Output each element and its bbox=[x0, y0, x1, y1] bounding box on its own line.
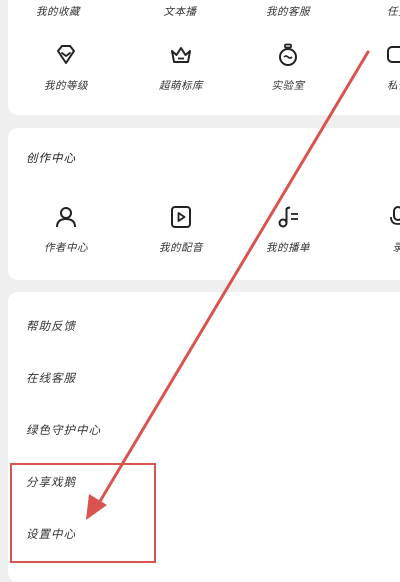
music-list-icon bbox=[275, 204, 301, 230]
top-row-labels: 我的收藏 文本播 我的客服 任务 bbox=[8, 4, 400, 18]
grid-item-lab-label: 实验室 bbox=[272, 78, 305, 93]
creation-item-author-center[interactable]: 作者中心 bbox=[26, 204, 106, 264]
menu-item-help-feedback[interactable]: 帮助反馈 bbox=[26, 318, 76, 334]
creation-item-record-label: 录 bbox=[393, 240, 400, 255]
mic-icon bbox=[385, 204, 400, 230]
person-icon bbox=[53, 204, 79, 230]
grid-item-level-label: 我的等级 bbox=[44, 78, 88, 93]
message-icon bbox=[385, 42, 400, 68]
creation-item-record[interactable]: 录 bbox=[358, 204, 400, 264]
grid-item-level[interactable]: 我的等级 bbox=[26, 42, 106, 102]
grid-item-message-label: 私信 bbox=[387, 78, 400, 93]
grid-item-message[interactable]: 私信 bbox=[358, 42, 400, 102]
top-label-favorites[interactable]: 我的收藏 bbox=[36, 4, 80, 19]
grid-item-badge-label: 超萌标库 bbox=[159, 78, 203, 93]
grid-item-badge[interactable]: 超萌标库 bbox=[141, 42, 221, 102]
creation-center-title: 创作中心 bbox=[26, 150, 76, 166]
top-card: 我的收藏 文本播 我的客服 任务 我的等级 超萌标库 实验室 私信 bbox=[8, 0, 400, 115]
annotation-highlight-box bbox=[10, 463, 156, 563]
creation-item-my-playlist[interactable]: 我的播单 bbox=[248, 204, 328, 264]
crown-icon bbox=[168, 42, 194, 68]
top-label-service[interactable]: 我的客服 bbox=[266, 4, 310, 19]
menu-item-green-guard-center[interactable]: 绿色守护中心 bbox=[26, 422, 101, 438]
creation-center-card: 创作中心 作者中心 我的配音 我的播单 录 bbox=[8, 128, 400, 280]
creation-item-my-dubbing[interactable]: 我的配音 bbox=[141, 204, 221, 264]
top-label-task[interactable]: 任务 bbox=[387, 4, 400, 19]
top-label-text[interactable]: 文本播 bbox=[164, 4, 197, 19]
play-icon bbox=[168, 204, 194, 230]
flask-icon bbox=[275, 42, 301, 68]
grid-item-lab[interactable]: 实验室 bbox=[248, 42, 328, 102]
creation-item-my-dubbing-label: 我的配音 bbox=[159, 240, 203, 255]
gem-icon bbox=[53, 42, 79, 68]
creation-item-author-center-label: 作者中心 bbox=[44, 240, 88, 255]
creation-item-my-playlist-label: 我的播单 bbox=[266, 240, 310, 255]
menu-item-online-service[interactable]: 在线客服 bbox=[26, 370, 76, 386]
